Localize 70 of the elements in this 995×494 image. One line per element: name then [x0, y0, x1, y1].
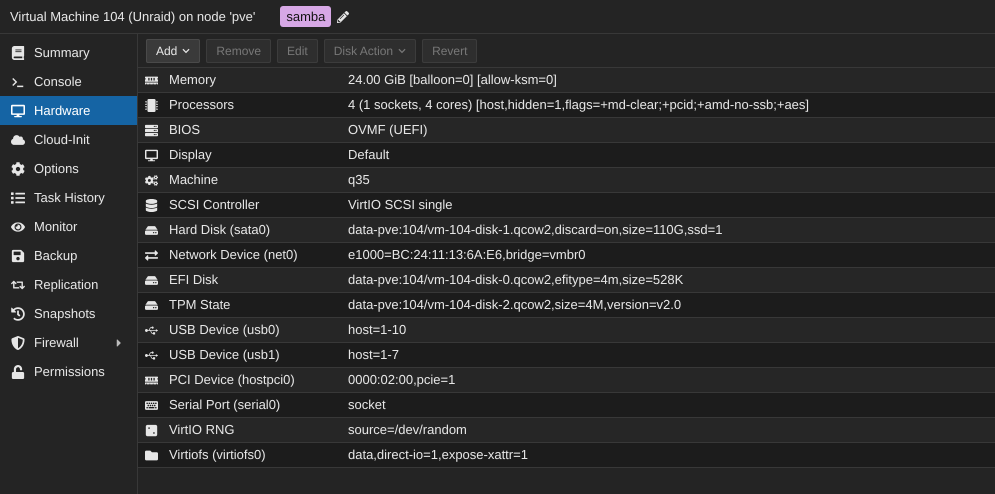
table-cell-text: data-pve:104/vm-104-disk-1.qcow2,discard=on,size=110G,ssd=1 [348, 221, 722, 240]
table-cell-text: data-pve:104/vm-104-disk-2.qcow2,size=4M,version=v2.0 [348, 296, 682, 314]
sidebar-item[interactable]: Task History [0, 183, 137, 212]
table-cell-text: Machine [169, 171, 218, 190]
list-icon [11, 190, 25, 204]
table-cell-text: Display [169, 146, 212, 164]
folder-icon [144, 448, 158, 462]
table-cell-text: host=1-10 [348, 321, 406, 340]
table-cell-text: q35 [348, 171, 370, 190]
table-cell-text: Serial Port (serial0) [169, 396, 280, 414]
memory-icon [144, 74, 158, 86]
tag-label: samba [280, 6, 332, 28]
card-icon [144, 374, 158, 386]
table-cell-text: source=/dev/random [348, 421, 467, 440]
monitor-icon [11, 104, 25, 118]
monitor-icon [144, 148, 158, 162]
table-cell-text: Processors [169, 96, 234, 114]
sidebar-item[interactable]: Options [0, 154, 137, 183]
table-cell-text: Network Device (net0) [169, 246, 298, 264]
table-cell-text: PCI Device (hostpci0) [169, 371, 295, 390]
table-cell-text: SCSI Controller [169, 196, 260, 214]
sidebar-item[interactable]: Cloud-Init [0, 125, 137, 154]
usb-icon [144, 348, 158, 362]
cloud-icon [11, 132, 25, 146]
history-icon [11, 306, 25, 320]
table-cell-text: OVMF (UEFI) [348, 121, 428, 140]
sidebar-item[interactable]: Firewall [0, 328, 137, 357]
table-cell-text: USB Device (usb1) [169, 346, 280, 364]
sidebar-item[interactable]: Console [0, 67, 137, 96]
table-cell-text: VirtIO SCSI single [348, 196, 453, 214]
gears-icon [144, 174, 158, 186]
table-cell-text: e1000=BC:24:11:13:6A:E6,bridge=vmbr0 [348, 246, 586, 264]
gear-icon [11, 162, 25, 176]
shield-icon [11, 336, 25, 350]
sidebar-item[interactable]: Snapshots [0, 299, 137, 328]
table-cell-text: 4 (1 sockets, 4 cores) [host,hidden=1,flags=+md-clear;+pcid;+amd-no-ssb;+aes] [348, 96, 810, 114]
sidebar-item[interactable]: Hardware [0, 96, 137, 125]
book-icon [11, 46, 25, 60]
toolbar-button[interactable]: Add [146, 38, 200, 62]
dice-icon [144, 424, 158, 436]
table-cell-text: 24.00 GiB [balloon=0] [allow-ksm=0] [348, 71, 557, 90]
sidebar-item[interactable]: Permissions [0, 357, 137, 386]
eye-icon [11, 220, 25, 234]
table-cell-text: VirtIO RNG [169, 421, 234, 440]
cpu-icon [144, 98, 158, 112]
usb-icon [144, 324, 158, 336]
table-cell-text: USB Device (usb0) [169, 321, 280, 340]
sidebar-item[interactable]: Backup [0, 241, 137, 270]
table-cell-text: host=1-7 [348, 346, 399, 364]
arrows-exchange-icon [144, 248, 158, 262]
table-cell-text: Hard Disk (sata0) [169, 221, 270, 240]
table-cell-text: data,direct-io=1,expose-xattr=1 [348, 446, 528, 464]
unlocked-padlock-icon [11, 364, 25, 378]
sidebar-item[interactable]: Replication [0, 270, 137, 299]
table-cell-text: EFI Disk [169, 271, 218, 290]
table-cell-text: socket [348, 396, 386, 414]
table-cell-text: Default [348, 146, 390, 164]
sidebar-item[interactable]: Summary [0, 38, 137, 67]
table-cell-text: BIOS [169, 121, 200, 140]
table-cell-text: data-pve:104/vm-104-disk-0.qcow2,efitype=4m,size=528K [348, 271, 684, 290]
serial-port-icon [144, 398, 158, 412]
window-title: Virtual Machine 104 (Unraid) on node 'pve' [10, 8, 256, 26]
edit-pencil-icon[interactable] [337, 10, 350, 22]
arrows-loop-icon [11, 278, 25, 292]
table-cell-text: Memory [169, 71, 216, 90]
sidebar-item[interactable]: Monitor [0, 212, 137, 241]
table-cell-text: Virtiofs (virtiofs0) [169, 446, 266, 464]
table-cell-text: 0000:02:00,pcie=1 [348, 371, 456, 390]
table-cell-text: TPM State [169, 296, 230, 314]
database-icon [144, 198, 158, 212]
